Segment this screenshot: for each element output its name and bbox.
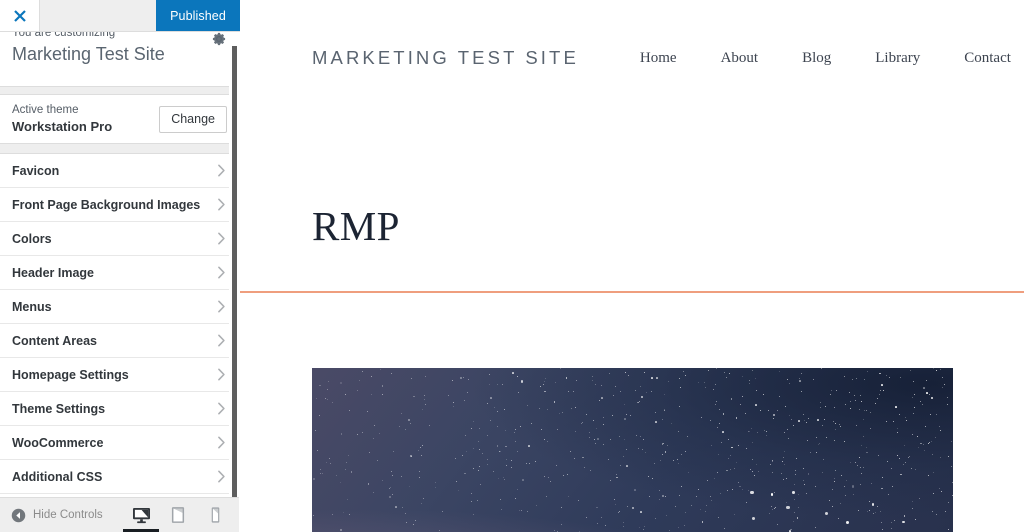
sidebar-section-content-areas[interactable]: Content Areas: [0, 324, 239, 358]
customizer-sidebar: Published You are customizing Marketing …: [0, 0, 240, 532]
sidebar-section-front-page-background-images[interactable]: Front Page Background Images: [0, 188, 239, 222]
hero-starfield-image: [312, 368, 953, 532]
sidebar-section-label: Menus: [12, 299, 52, 314]
close-x-icon: [13, 9, 26, 22]
sidebar-section-header-image[interactable]: Header Image: [0, 256, 239, 290]
customizer-section-list: Favicon Front Page Background Images Color…: [0, 154, 239, 497]
chevron-right-icon: [218, 470, 225, 483]
chevron-right-icon: [218, 164, 225, 177]
sidebar-section-label: Colors: [12, 231, 52, 246]
gear-icon[interactable]: [211, 32, 227, 47]
site-title[interactable]: MARKETING TEST SITE: [312, 47, 579, 69]
primary-navigation: Home About Blog Library Contact: [640, 50, 1011, 67]
chevron-right-icon: [218, 266, 225, 279]
sidebar-section-homepage-settings[interactable]: Homepage Settings: [0, 358, 239, 392]
active-theme-text: Active theme Workstation Pro: [12, 103, 159, 135]
nav-link-library[interactable]: Library: [875, 50, 920, 67]
chevron-right-icon: [218, 334, 225, 347]
hero-image-area: [240, 293, 1024, 532]
hide-controls-label: Hide Controls: [33, 509, 103, 521]
active-theme-label: Active theme: [12, 104, 79, 116]
sidebar-section-theme-settings[interactable]: Theme Settings: [0, 392, 239, 426]
sidebar-section-woocommerce[interactable]: WooCommerce: [0, 426, 239, 460]
chevron-right-icon: [218, 198, 225, 211]
publish-button[interactable]: Published: [156, 0, 240, 31]
device-tablet-button[interactable]: [166, 498, 190, 532]
site-header: MARKETING TEST SITE Home About Blog Library…: [240, 0, 1024, 116]
sidebar-divider-bottom: [0, 144, 239, 154]
chevron-right-icon: [218, 232, 225, 245]
customizing-info-block: You are customizing Marketing Test Site: [0, 32, 239, 87]
sidebar-section-label: WooCommerce: [12, 435, 104, 450]
device-desktop-button[interactable]: [123, 498, 159, 532]
customizer-screen: Published You are customizing Marketing …: [0, 0, 1024, 532]
desktop-monitor-icon: [132, 507, 150, 523]
active-theme-row: Active theme Workstation Pro Change: [0, 95, 239, 144]
sidebar-section-favicon[interactable]: Favicon: [0, 154, 239, 188]
customizer-footer-bar: Hide Controls: [0, 497, 239, 532]
collapse-left-arrow-icon: [11, 508, 26, 522]
sidebar-section-label: Homepage Settings: [12, 367, 129, 382]
page-title-area: RMP: [240, 116, 1024, 291]
nav-link-blog[interactable]: Blog: [802, 50, 831, 67]
customizing-eyebrow: You are customizing: [12, 32, 116, 39]
mobile-phone-icon: [211, 507, 219, 523]
sidebar-section-label: Favicon: [12, 163, 60, 178]
nav-link-home[interactable]: Home: [640, 50, 677, 67]
customizing-site-name: Marketing Test Site: [12, 44, 165, 64]
page-title: RMP: [312, 203, 400, 249]
sidebar-scrollbar[interactable]: [229, 46, 240, 497]
device-mobile-button[interactable]: [203, 498, 227, 532]
sidebar-divider-top: [0, 87, 239, 95]
sidebar-section-colors[interactable]: Colors: [0, 222, 239, 256]
sidebar-section-menus[interactable]: Menus: [0, 290, 239, 324]
sidebar-section-label: Front Page Background Images: [12, 197, 201, 212]
save-button-slot: [40, 0, 156, 31]
hide-controls-button[interactable]: Hide Controls: [0, 508, 129, 523]
device-preview-switcher: [123, 498, 239, 532]
chevron-right-icon: [218, 436, 225, 449]
customizer-header-bar: Published: [0, 0, 240, 32]
sidebar-section-label: Additional CSS: [12, 469, 103, 484]
starfield-overlay: [312, 368, 953, 532]
active-theme-name: Workstation Pro: [12, 119, 113, 134]
nav-link-about[interactable]: About: [721, 50, 759, 67]
site-preview-frame[interactable]: MARKETING TEST SITE Home About Blog Library…: [240, 0, 1024, 532]
sidebar-section-label: Header Image: [12, 265, 94, 280]
sidebar-section-label: Theme Settings: [12, 401, 106, 416]
nav-link-contact[interactable]: Contact: [964, 50, 1011, 67]
tablet-icon: [171, 507, 185, 523]
sidebar-section-additional-css[interactable]: Additional CSS: [0, 460, 239, 494]
close-customizer-button[interactable]: [0, 0, 40, 31]
chevron-right-icon: [218, 402, 225, 415]
chevron-right-icon: [218, 300, 225, 313]
sidebar-scrollbar-thumb[interactable]: [232, 46, 237, 497]
chevron-right-icon: [218, 368, 225, 381]
sidebar-section-label: Content Areas: [12, 333, 97, 348]
change-theme-button[interactable]: Change: [159, 105, 227, 133]
